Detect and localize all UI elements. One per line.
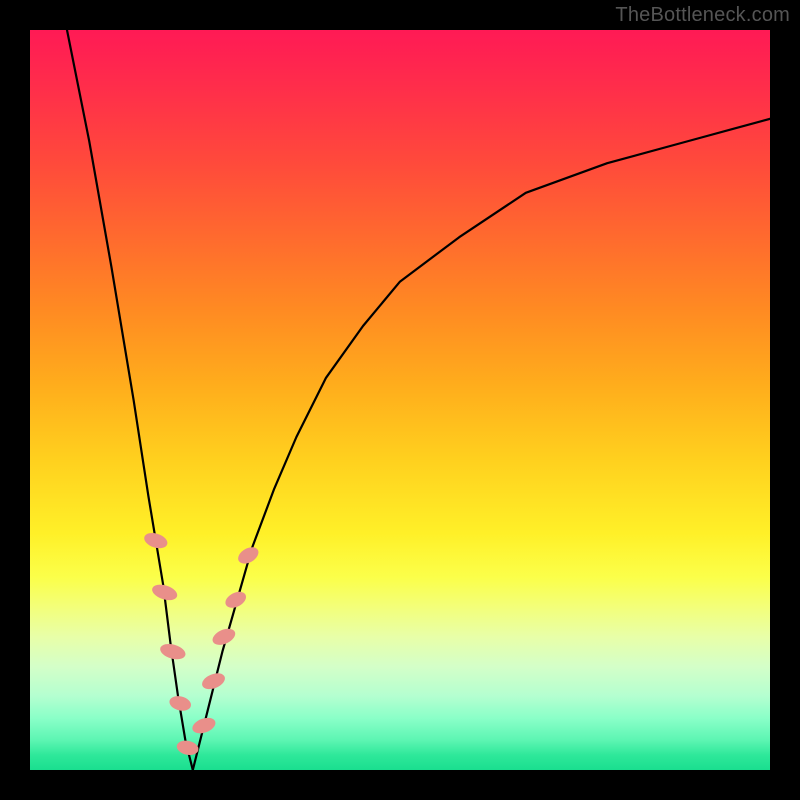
curve-left-arm <box>67 30 193 770</box>
attribution-text: TheBottleneck.com <box>615 4 790 27</box>
bead-marker <box>190 715 217 736</box>
curve-svg <box>30 30 770 770</box>
curve-right-arm <box>193 119 770 770</box>
bead-marker <box>142 530 169 551</box>
bead-marker <box>168 694 193 713</box>
plot-area <box>30 30 770 770</box>
chart-frame: TheBottleneck.com <box>0 0 800 800</box>
